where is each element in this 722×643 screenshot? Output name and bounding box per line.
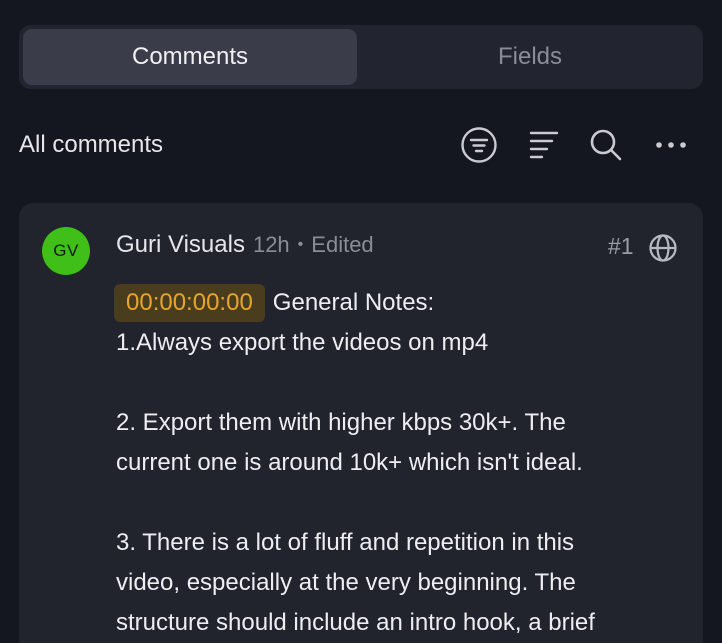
section-title: All comments (19, 131, 164, 158)
comment-meta: Guri Visuals 12h • Edited (116, 231, 374, 265)
comment-body: 00:00:00:00 General Notes: 1.Always expor… (114, 283, 696, 643)
search-button[interactable] (586, 125, 626, 165)
comments-panel: Comments Fields All comments GV Guri Vis… (0, 0, 722, 643)
comment-line: structure should include an intro hook, … (116, 609, 595, 636)
comment-line: video, especially at the very beginning.… (116, 569, 576, 596)
globe-icon[interactable] (648, 233, 678, 263)
comment-author[interactable]: Guri Visuals (116, 231, 245, 259)
tab-fields[interactable]: Fields (361, 29, 699, 85)
tab-comments[interactable]: Comments (23, 29, 357, 85)
timestamp-badge[interactable]: 00:00:00:00 (114, 284, 265, 322)
sort-button[interactable] (524, 125, 564, 165)
sort-lines-icon (529, 131, 559, 159)
comment-number: #1 (608, 233, 634, 259)
meta-separator: • (297, 236, 304, 253)
edited-label: Edited (311, 232, 374, 257)
comment-card[interactable]: GV Guri Visuals 12h • Edited #1 00:00:00… (19, 203, 703, 643)
more-dots-icon (656, 142, 686, 148)
comment-line: current one is around 10k+ which isn't i… (116, 449, 583, 476)
comment-line-text: General Notes: (272, 289, 435, 316)
filter-circle-icon (461, 127, 497, 163)
avatar[interactable]: GV (42, 227, 90, 275)
comment-line: 1.Always export the videos on mp4 (116, 329, 489, 356)
comment-line: 2. Export them with higher kbps 30k+. Th… (116, 409, 566, 436)
panel-tabs: Comments Fields (19, 25, 703, 89)
more-options-button[interactable] (651, 125, 691, 165)
comment-time: 12h (252, 232, 290, 257)
filter-button[interactable] (459, 125, 499, 165)
comment-line: 00:00:00:00 General Notes: (114, 283, 696, 323)
search-icon (590, 129, 622, 161)
comment-line: 3. There is a lot of fluff and repetitio… (116, 529, 575, 556)
